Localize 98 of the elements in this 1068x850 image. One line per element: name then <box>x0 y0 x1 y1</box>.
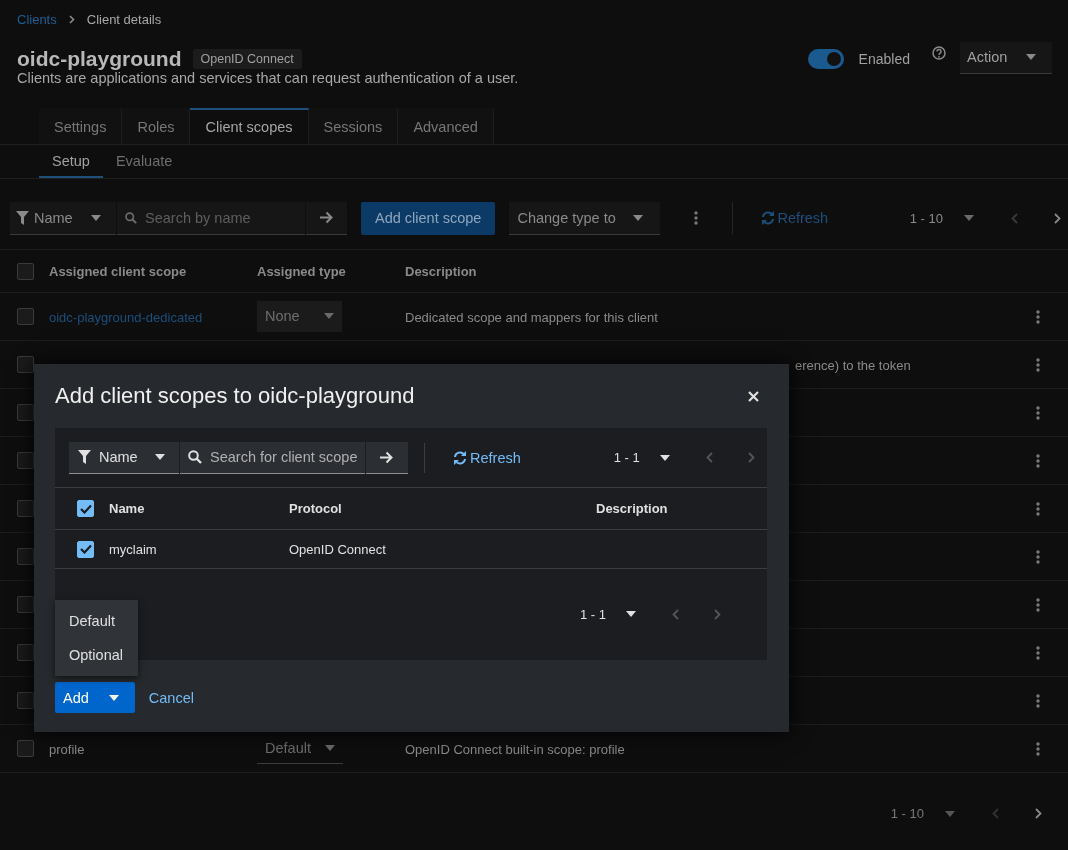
checkbox[interactable] <box>17 644 34 661</box>
search-icon <box>125 210 137 225</box>
kebab-icon[interactable] <box>1036 645 1040 660</box>
switch-label: Enabled <box>858 51 910 67</box>
kebab-icon[interactable] <box>1036 549 1040 564</box>
subtab[interactable]: Evaluate <box>102 145 186 178</box>
table-cell: OpenID Connect built-in scope: profile <box>405 741 625 757</box>
type-dropdown[interactable]: Default <box>257 733 343 764</box>
chevron-right-icon[interactable] <box>1054 212 1061 224</box>
table-cell-text: OpenID Connect <box>289 541 387 557</box>
checkbox[interactable] <box>17 356 34 373</box>
checkbox[interactable] <box>17 692 34 709</box>
pagination-toggle[interactable]: 1 - 10 <box>909 210 943 226</box>
type-dropdown[interactable]: None <box>257 301 342 332</box>
caret-icon <box>659 454 670 461</box>
checkbox[interactable] <box>17 404 34 421</box>
column-header: Assigned client scope <box>49 264 187 279</box>
filter-dropdown[interactable]: Name <box>69 441 179 474</box>
pagination-toggle[interactable]: 1 - 1 <box>580 606 606 622</box>
search-field[interactable]: Search for client scope <box>180 441 365 474</box>
caret-icon <box>964 215 974 221</box>
caret-icon <box>108 694 119 701</box>
caret-icon <box>633 214 644 221</box>
filter-icon <box>16 210 29 225</box>
arrow-right-icon <box>319 211 334 224</box>
kebab-icon[interactable] <box>1036 453 1040 468</box>
chevron-right-icon[interactable] <box>747 452 755 463</box>
menu-item[interactable]: Optional <box>55 638 138 672</box>
filter-icon <box>78 450 91 464</box>
refresh-icon <box>453 450 467 465</box>
checkbox[interactable] <box>17 740 34 757</box>
cancel-link[interactable]: Cancel <box>148 689 194 706</box>
table-cell-text: erence) to the token <box>794 357 911 373</box>
subtab[interactable]: Setup <box>39 145 103 178</box>
tab[interactable]: Client scopes <box>190 108 309 144</box>
checkbox[interactable] <box>17 262 34 280</box>
kebab-icon[interactable] <box>1036 309 1040 324</box>
kebab-icon[interactable] <box>1036 741 1040 756</box>
search-icon <box>188 450 202 464</box>
kebab-icon[interactable] <box>1036 501 1040 516</box>
add-button[interactable]: Add <box>55 682 135 713</box>
page-description: Clients are applications and services that can request authentication of a user. <box>16 70 520 86</box>
menu-item[interactable]: Default <box>55 604 138 638</box>
kebab-icon[interactable] <box>694 211 699 225</box>
caret-icon <box>1026 54 1036 60</box>
search-submit-button[interactable] <box>306 201 347 235</box>
chevron-right-icon[interactable] <box>714 608 721 620</box>
page-title: oidc-playground <box>17 47 182 71</box>
arrow-right-icon <box>380 450 394 464</box>
checkbox[interactable] <box>17 452 34 469</box>
checkbox[interactable] <box>17 308 34 325</box>
pagination-toggle[interactable]: 1 - 1 <box>613 450 640 465</box>
checkbox[interactable] <box>77 540 94 558</box>
checkbox[interactable] <box>77 500 94 517</box>
action-dropdown[interactable]: Action <box>960 41 1052 74</box>
modal-title: Add client scopes to oidc-playground <box>55 383 416 409</box>
search-input[interactable]: Search for client scope <box>210 449 362 465</box>
column-header: Assigned type <box>257 264 346 279</box>
kebab-icon[interactable] <box>1036 405 1040 420</box>
search-field[interactable]: Search by name <box>117 201 305 235</box>
column-header: Name <box>109 501 146 516</box>
refresh-icon <box>761 211 776 225</box>
toggle-switch[interactable] <box>807 49 844 69</box>
chevron-right-icon <box>68 14 75 24</box>
table-cell: Dedicated scope and mappers for this client <box>405 309 658 325</box>
breadcrumb-current: Client details <box>86 11 162 27</box>
search-submit-button[interactable] <box>366 441 408 474</box>
checkbox[interactable] <box>17 500 34 517</box>
caret-icon <box>325 745 335 751</box>
protocol-badge: OpenID Connect <box>192 49 302 69</box>
kebab-icon[interactable] <box>1036 597 1040 612</box>
filter-dropdown[interactable]: Name <box>10 201 116 235</box>
caret-icon <box>155 454 165 460</box>
caret-icon <box>945 810 955 817</box>
help-icon[interactable] <box>932 46 946 60</box>
close-icon <box>748 390 759 402</box>
pagination-toggle[interactable]: 1 - 10 <box>890 806 924 821</box>
kebab-icon[interactable] <box>1036 693 1040 708</box>
search-input[interactable]: Search by name <box>145 209 305 226</box>
caret-icon <box>324 313 334 319</box>
close-button[interactable] <box>748 390 759 402</box>
chevron-right-icon[interactable] <box>1035 808 1042 819</box>
column-header: Description <box>596 501 668 516</box>
chevron-left-icon[interactable] <box>672 608 679 620</box>
breadcrumb-link[interactable]: Clients <box>17 11 57 27</box>
change-type-dropdown[interactable]: Change type to <box>509 201 661 235</box>
table-cell: profile <box>49 741 85 757</box>
caret-icon <box>626 611 636 617</box>
refresh-button[interactable]: Refresh <box>453 449 521 466</box>
column-header: Protocol <box>289 501 343 516</box>
caret-icon <box>91 214 101 221</box>
checkbox[interactable] <box>17 548 34 565</box>
table-cell-text: myclaim <box>109 541 158 557</box>
add-client-scope-button[interactable]: Add client scope <box>361 201 496 235</box>
chevron-left-icon[interactable] <box>705 452 713 463</box>
checkbox[interactable] <box>17 596 34 613</box>
column-header: Description <box>405 264 477 279</box>
kebab-icon[interactable] <box>1036 357 1040 372</box>
